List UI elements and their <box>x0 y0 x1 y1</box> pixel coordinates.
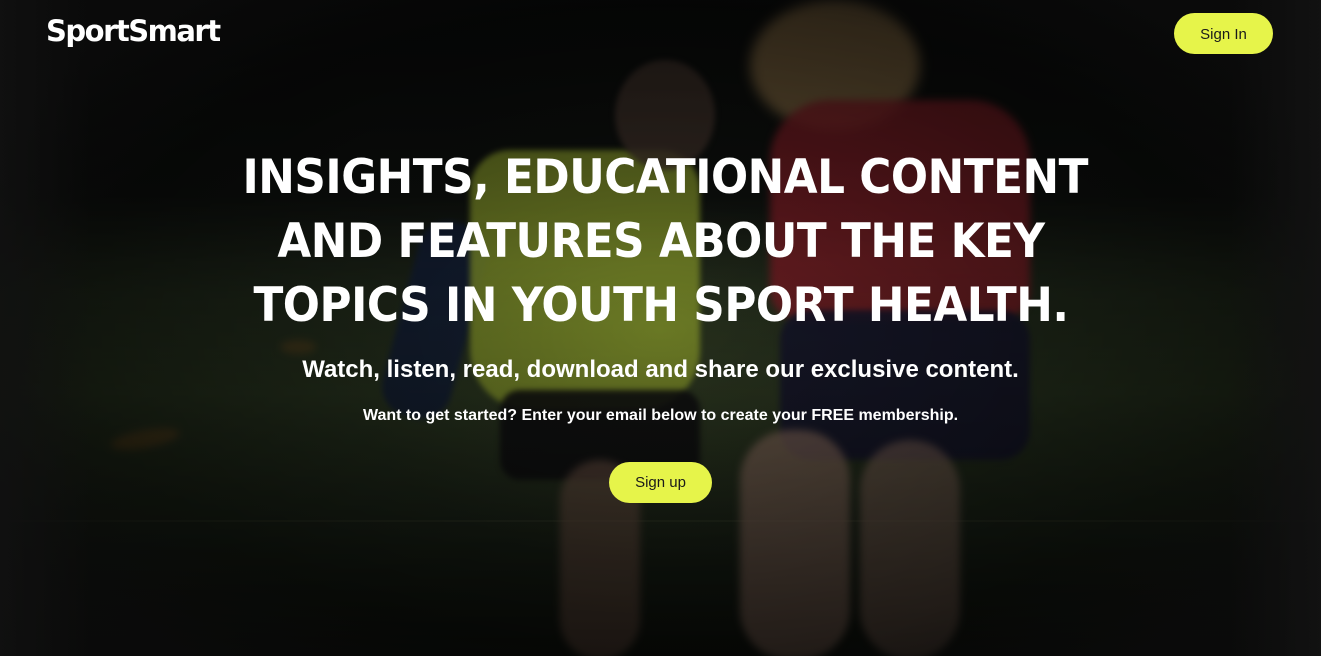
hero-headline: INSIGHTS, EDUCATIONAL CONTENT AND FEATUR… <box>242 146 1088 338</box>
hero-section: SportSmart Sign In INSIGHTS, EDUCATIONAL… <box>0 0 1321 656</box>
headline-line: AND FEATURES ABOUT THE KEY <box>276 214 1045 269</box>
headline-line: TOPICS IN YOUTH SPORT HEALTH. <box>252 278 1069 333</box>
hero-content: INSIGHTS, EDUCATIONAL CONTENT AND FEATUR… <box>0 146 1321 503</box>
signup-prompt-text: Want to get started? Enter your email be… <box>362 407 959 424</box>
sign-in-button[interactable]: Sign In <box>1174 13 1273 54</box>
sportsmart-logo[interactable]: SportSmart <box>46 14 221 48</box>
sign-up-button[interactable]: Sign up <box>609 462 712 503</box>
headline-line: INSIGHTS, EDUCATIONAL CONTENT <box>242 150 1088 205</box>
hero-subheadline: Watch, listen, read, download and share … <box>302 356 1019 383</box>
